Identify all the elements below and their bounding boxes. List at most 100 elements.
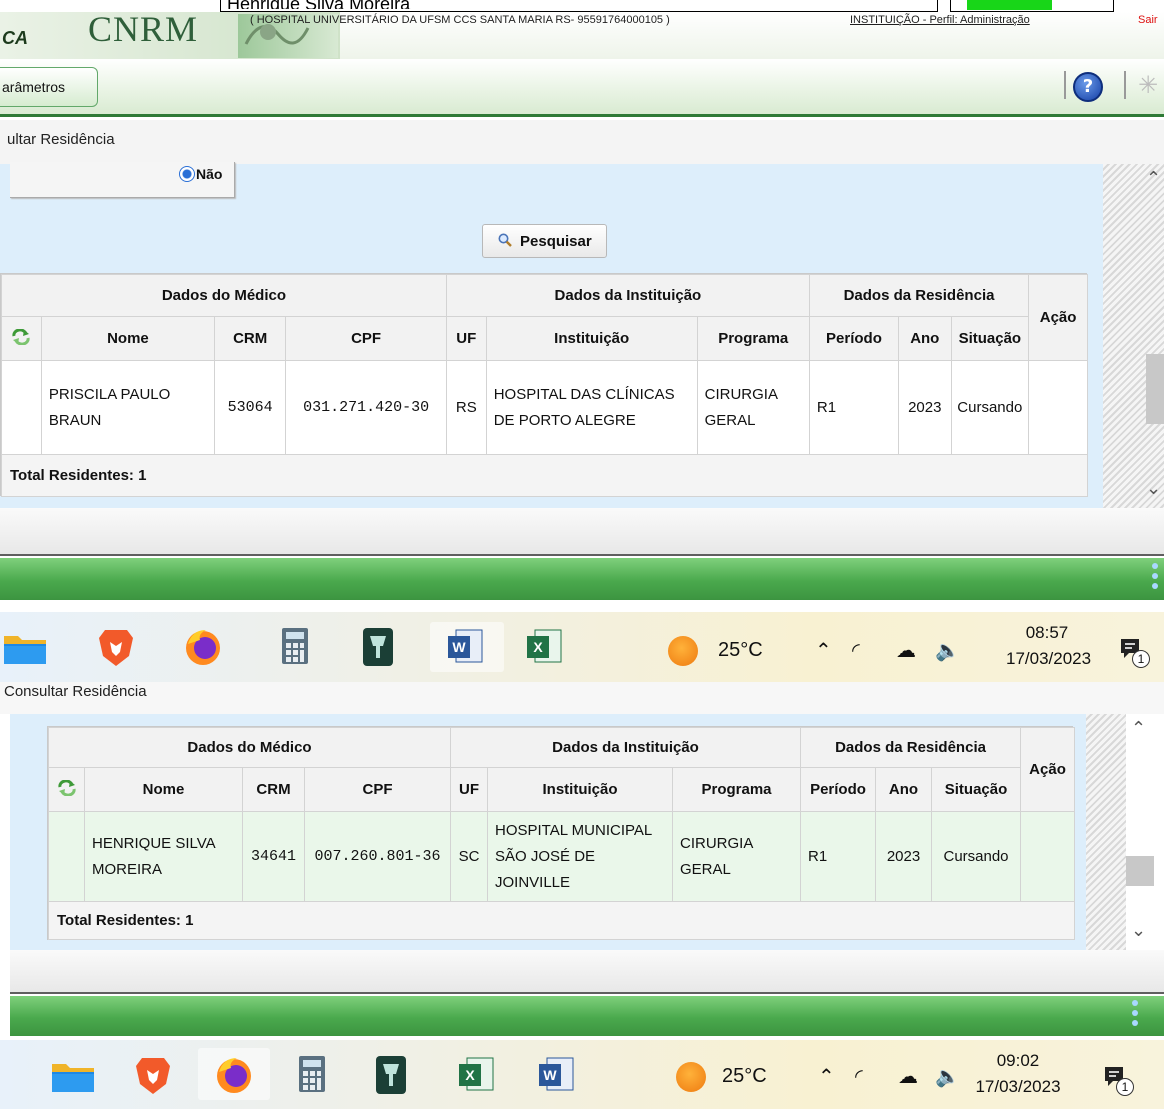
panel-scroll-area <box>1103 164 1164 508</box>
radio-nao-label: Não <box>196 166 223 182</box>
taskbar-temperature[interactable]: 25°C <box>722 1065 767 1088</box>
col-header-instituicao[interactable]: Instituição <box>487 767 673 812</box>
refresh-icon[interactable] <box>11 328 31 345</box>
remote-access-icon[interactable] <box>355 624 401 670</box>
total-residentes: Total Residentes: 1 <box>47 901 1076 940</box>
scrollbar-thumb[interactable] <box>1146 354 1164 424</box>
taskbar-1: W X 25°C ⌃ ◜ ☁ 🔈 08:57 17/03/2023 1 <box>0 612 1164 682</box>
scrollbar-thumb[interactable] <box>1126 856 1154 886</box>
cell-situacao: Cursando <box>950 360 1030 455</box>
col-header-periodo[interactable]: Período <box>808 316 900 361</box>
col-header-cpf[interactable]: CPF <box>304 767 451 812</box>
col-header-situacao[interactable]: Situação <box>930 767 1022 812</box>
col-header-instituicao[interactable]: Instituição <box>485 316 698 361</box>
col-header-periodo[interactable]: Período <box>800 767 876 812</box>
taskbar-clock[interactable]: 08:57 17/03/2023 <box>1006 620 1092 672</box>
cell-acao[interactable] <box>1020 811 1076 902</box>
volume-icon[interactable]: 🔈 <box>935 1064 960 1088</box>
scroll-up-icon[interactable]: ⌃ <box>1131 718 1146 739</box>
status-indicator <box>967 0 1052 10</box>
brave-icon[interactable] <box>93 624 139 670</box>
wifi-icon[interactable]: ◜ <box>852 638 860 662</box>
col-header-nome[interactable]: Nome <box>84 767 243 812</box>
refresh-icon[interactable] <box>57 779 77 796</box>
firefox-icon[interactable] <box>180 624 226 670</box>
status-bar <box>0 558 1164 600</box>
table-row[interactable]: PRISCILA PAULO BRAUN 53064 031.271.420-3… <box>1 360 1088 455</box>
volume-icon[interactable]: 🔈 <box>935 638 960 662</box>
breadcrumb: Consultar Residência <box>0 682 1164 714</box>
cloud-icon[interactable]: ☁ <box>898 1064 918 1088</box>
group-header-instituicao: Dados da Instituição <box>445 274 810 317</box>
taskbar-temperature[interactable]: 25°C <box>718 639 763 662</box>
results-table-2: Dados do Médico Dados da Instituição Dad… <box>47 726 1076 940</box>
col-header-programa[interactable]: Programa <box>672 767 801 812</box>
wifi-icon[interactable]: ◜ <box>855 1064 863 1088</box>
col-header-cpf[interactable]: CPF <box>285 316 447 361</box>
cell-uf: RS <box>445 360 487 455</box>
col-header-nome[interactable]: Nome <box>40 316 215 361</box>
refresh-cell[interactable] <box>48 767 85 812</box>
folder-icon[interactable] <box>2 624 48 670</box>
settings-icon[interactable]: ✳ <box>1138 71 1158 99</box>
profile-link[interactable]: INSTITUIÇÃO - Perfil: Administração <box>850 14 1030 26</box>
cell-instituicao: HOSPITAL MUNICIPAL SÃO JOSÉ DE JOINVILLE <box>487 811 673 902</box>
brave-icon[interactable] <box>130 1052 176 1098</box>
chevron-up-icon[interactable]: ⌃ <box>815 638 832 662</box>
col-header-uf[interactable]: UF <box>445 316 487 361</box>
scroll-down-icon[interactable]: ⌄ <box>1131 920 1146 941</box>
taskbar-time: 08:57 <box>1025 623 1069 642</box>
scroll-up-icon[interactable]: ⌃ <box>1146 168 1161 189</box>
calculator-icon[interactable] <box>272 624 318 670</box>
cell-ano: 2023 <box>875 811 932 902</box>
cell-crm: 34641 <box>242 811 305 902</box>
col-header-crm[interactable]: CRM <box>242 767 305 812</box>
scroll-down-icon[interactable]: ⌄ <box>1146 478 1161 499</box>
taskbar-time: 09:02 <box>996 1051 1040 1070</box>
chevron-up-icon[interactable]: ⌃ <box>818 1064 835 1088</box>
firefox-icon[interactable] <box>211 1052 257 1098</box>
col-header-programa[interactable]: Programa <box>696 316 810 361</box>
notification-button[interactable]: 1 <box>1102 1064 1134 1096</box>
word-icon[interactable]: W <box>535 1052 581 1098</box>
footer-band <box>0 508 1164 556</box>
group-header-medico: Dados do Médico <box>1 274 447 317</box>
notification-button[interactable]: 1 <box>1118 636 1150 668</box>
status-bar-dots <box>1132 1000 1138 1030</box>
menu-tab-parametros[interactable]: arâmetros <box>0 67 98 107</box>
taskbar-date: 17/03/2023 <box>1006 649 1092 668</box>
word-icon[interactable]: W <box>444 624 490 670</box>
excel-icon[interactable]: X <box>523 624 569 670</box>
institution-label: ( HOSPITAL UNIVERSITÁRIO DA UFSM CCS SAN… <box>250 14 670 26</box>
col-header-ano[interactable]: Ano <box>898 316 952 361</box>
cell-programa: CIRURGIA GERAL <box>672 811 801 902</box>
col-header-acao: Ação <box>1020 727 1076 812</box>
help-icon[interactable]: ? <box>1073 72 1103 102</box>
cell-ano: 2023 <box>898 360 952 455</box>
col-header-ano[interactable]: Ano <box>875 767 932 812</box>
col-header-crm[interactable]: CRM <box>213 316 287 361</box>
search-button[interactable]: Pesquisar <box>482 224 607 258</box>
remote-access-icon[interactable] <box>368 1052 414 1098</box>
row-select-cell <box>1 360 42 455</box>
weather-sun-icon[interactable] <box>676 1062 706 1092</box>
row-select-cell <box>48 811 85 902</box>
cell-periodo: R1 <box>800 811 876 902</box>
folder-icon[interactable] <box>50 1052 96 1098</box>
weather-sun-icon[interactable] <box>668 636 698 666</box>
excel-icon[interactable]: X <box>455 1052 501 1098</box>
menu-divider <box>1124 71 1126 99</box>
search-icon <box>498 233 512 247</box>
cell-acao[interactable] <box>1028 360 1088 455</box>
taskbar-clock[interactable]: 09:02 17/03/2023 <box>974 1048 1062 1100</box>
col-header-situacao[interactable]: Situação <box>950 316 1030 361</box>
col-header-uf[interactable]: UF <box>450 767 488 812</box>
cloud-icon[interactable]: ☁ <box>896 638 916 662</box>
cell-cpf: 031.271.420-30 <box>285 360 447 455</box>
refresh-cell[interactable] <box>1 316 42 361</box>
app-header: CA CNRM ( HOSPITAL UNIVERSITÁRIO DA UFSM… <box>0 9 1164 59</box>
logout-link[interactable]: Sair <box>1138 14 1158 26</box>
radio-nao[interactable] <box>179 166 195 182</box>
calculator-icon[interactable] <box>289 1052 335 1098</box>
table-row[interactable]: HENRIQUE SILVA MOREIRA 34641 007.260.801… <box>48 811 1076 902</box>
